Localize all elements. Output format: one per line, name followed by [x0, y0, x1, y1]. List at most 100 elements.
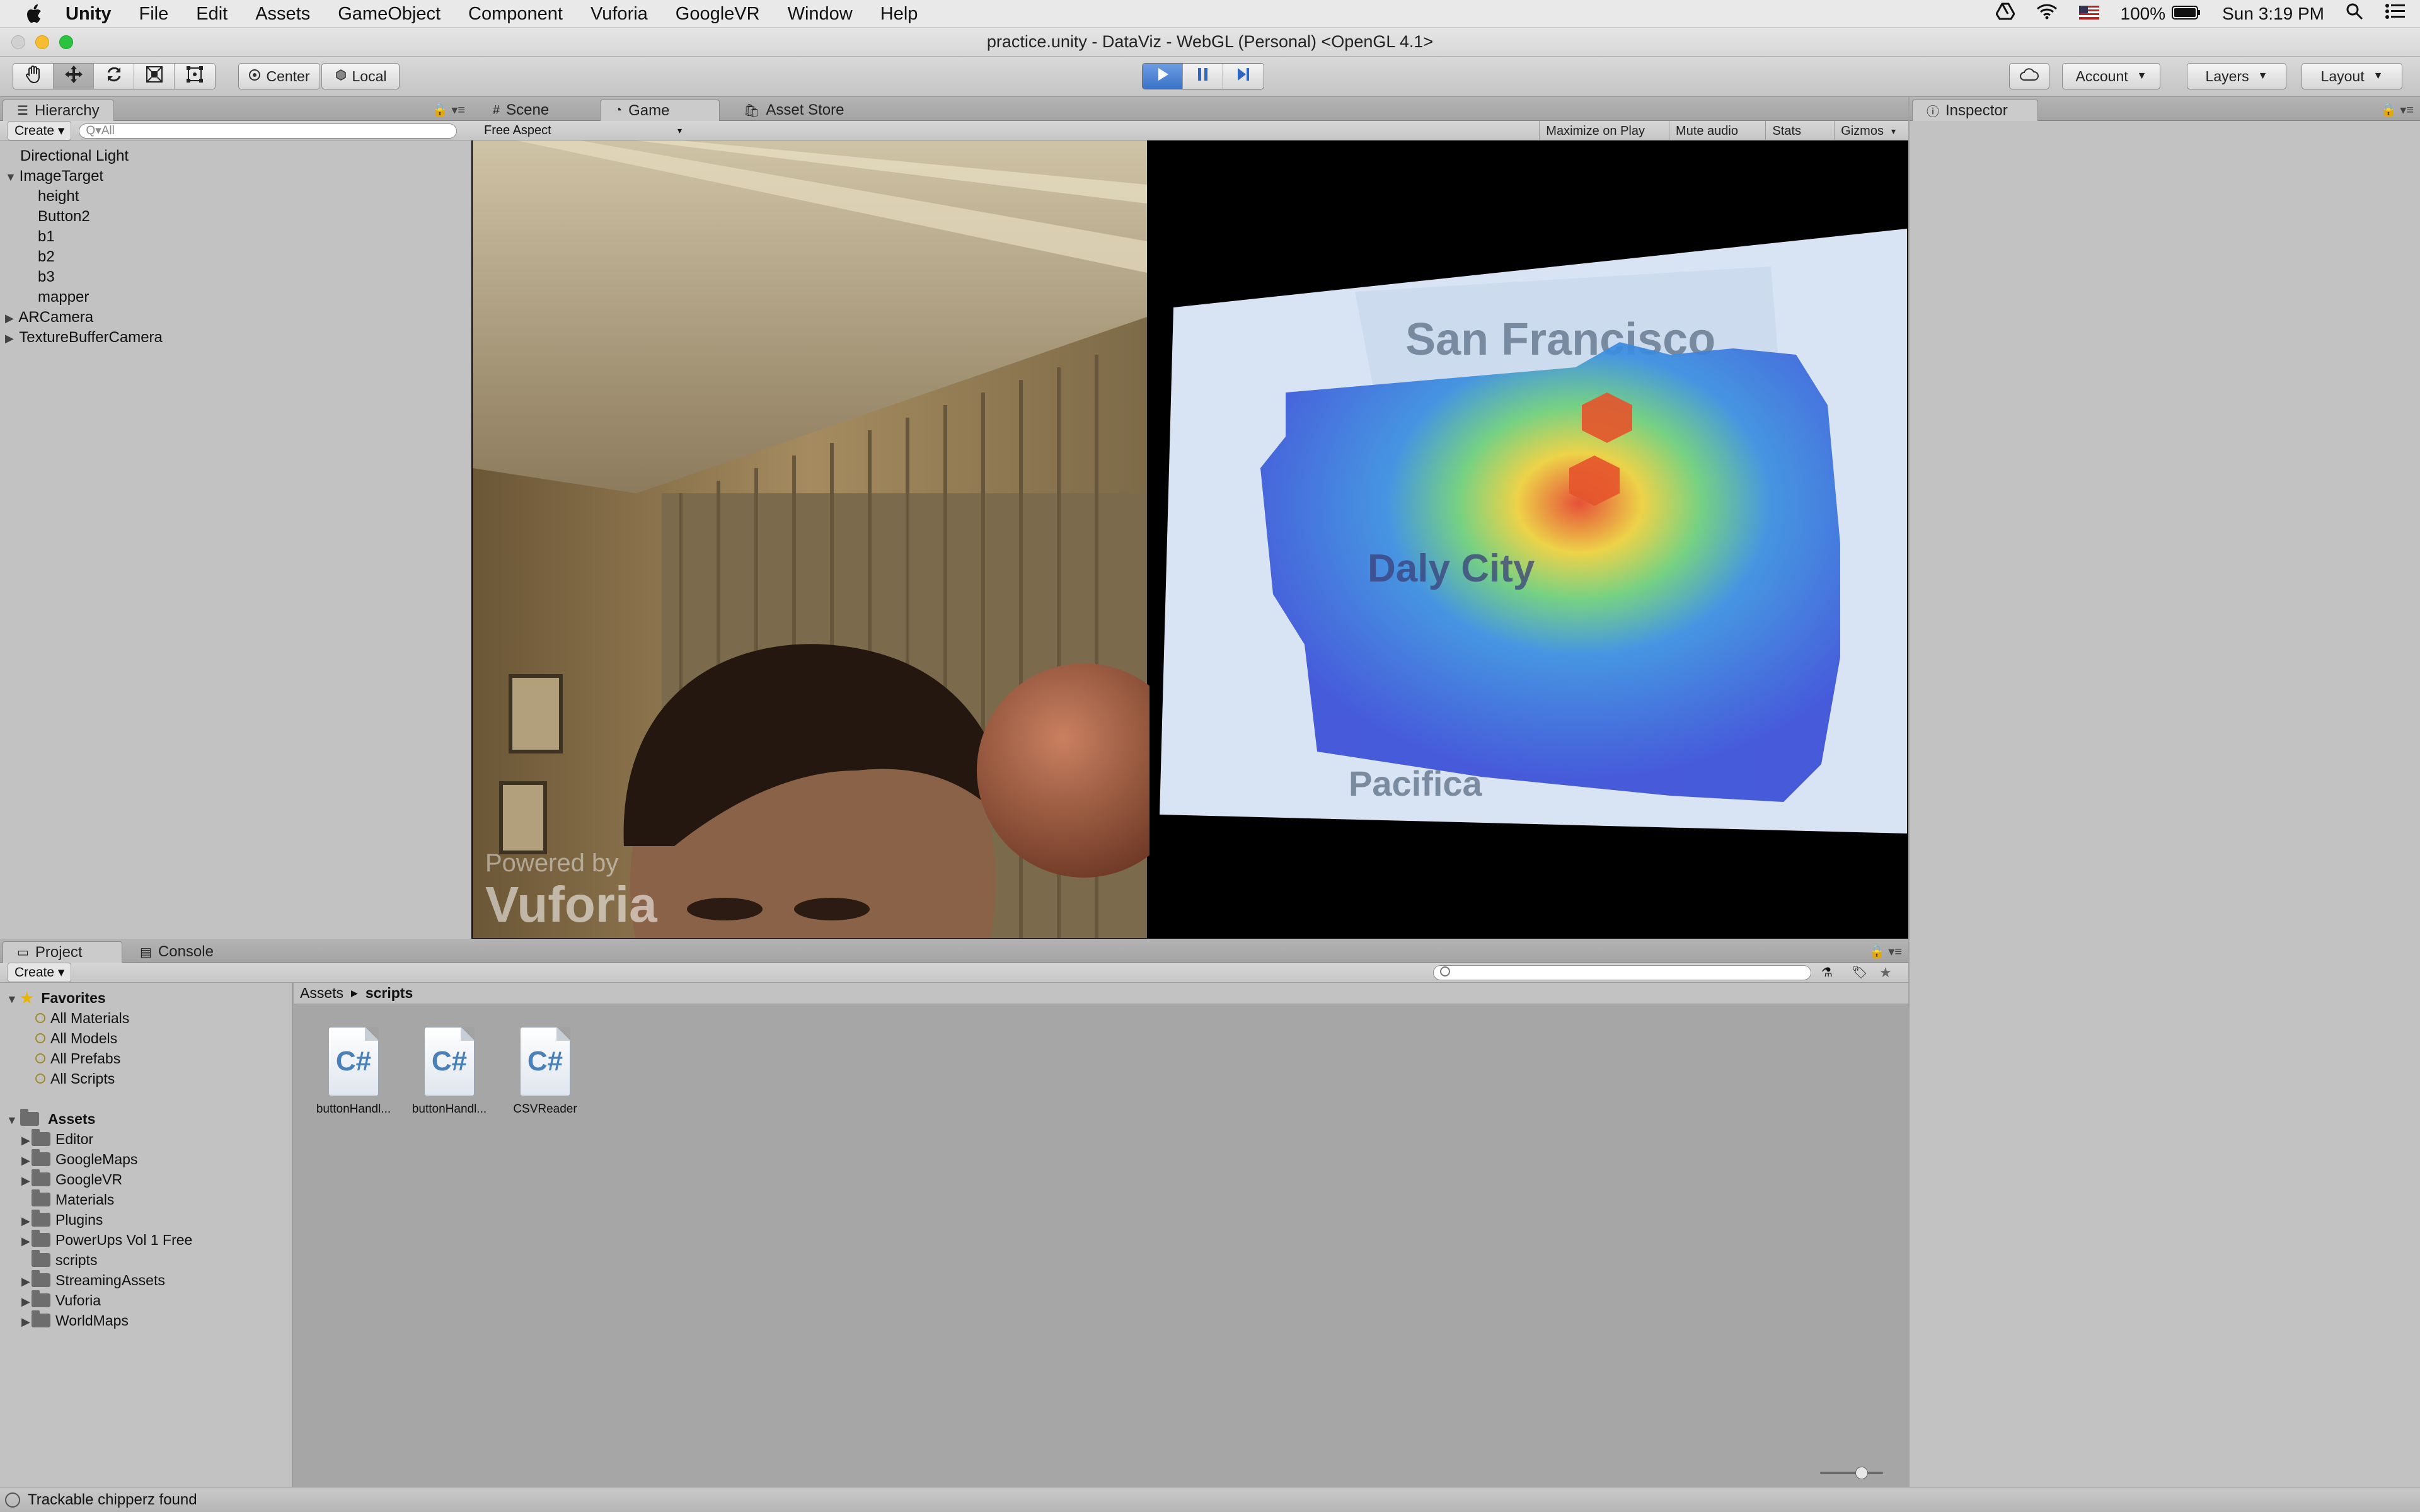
- slider-thumb[interactable]: [1855, 1467, 1868, 1479]
- tree-favorites[interactable]: ▼ ★ Favorites: [6, 988, 106, 1008]
- tree-folder-scripts[interactable]: scripts: [32, 1249, 97, 1270]
- spotlight-search-icon[interactable]: [2346, 3, 2363, 25]
- breadcrumb-assets[interactable]: Assets: [300, 985, 343, 1002]
- tree-favorite-all-scripts[interactable]: All Scripts: [35, 1068, 115, 1089]
- maximize-on-play-toggle[interactable]: Maximize on Play: [1539, 121, 1651, 141]
- rotate-tool-button[interactable]: [94, 64, 134, 89]
- tab-inspector[interactable]: ⓘ Inspector: [1912, 100, 2038, 121]
- step-button[interactable]: [1223, 64, 1264, 89]
- hand-tool-button[interactable]: [13, 64, 54, 89]
- panel-menu-icon[interactable]: 🔒 ▾≡: [2381, 102, 2414, 118]
- panel-menu-icon[interactable]: 🔒 ▾≡: [1869, 944, 1902, 959]
- space-local-toggle[interactable]: Local: [321, 63, 400, 89]
- hierarchy-item-arcamera[interactable]: ▶ ARCamera: [5, 307, 93, 328]
- tree-folder-materials[interactable]: Materials: [32, 1189, 114, 1210]
- fold-closed-icon[interactable]: ▶: [21, 1231, 32, 1251]
- tree-folder-powerups[interactable]: ▶ PowerUps Vol 1 Free: [21, 1229, 192, 1251]
- tree-folder-googlevr[interactable]: ▶ GoogleVR: [21, 1169, 122, 1189]
- layout-dropdown[interactable]: Layout ▼: [2302, 63, 2402, 89]
- hierarchy-item-mapper[interactable]: mapper: [38, 287, 89, 307]
- collab-cloud-button[interactable]: [2009, 63, 2049, 89]
- hierarchy-create-button[interactable]: Create ▾: [8, 121, 72, 140]
- menu-component[interactable]: Component: [454, 0, 577, 28]
- app-menu-unity[interactable]: Unity: [52, 0, 125, 28]
- hierarchy-item-height[interactable]: height: [38, 186, 79, 207]
- layers-dropdown[interactable]: Layers ▼: [2187, 63, 2286, 89]
- project-create-button[interactable]: Create ▾: [8, 963, 72, 982]
- favorite-star-icon[interactable]: ★: [1879, 965, 1892, 981]
- asset-file-csvreader[interactable]: C# CSVReader: [498, 1027, 592, 1116]
- tab-project[interactable]: ▭ Project: [3, 941, 122, 963]
- asset-file-buttonhandler-2[interactable]: C# buttonHandl...: [402, 1027, 497, 1116]
- tree-favorite-all-materials[interactable]: All Materials: [35, 1008, 129, 1028]
- breadcrumb-scripts[interactable]: scripts: [366, 985, 413, 1002]
- fold-closed-icon[interactable]: ▶: [5, 308, 15, 328]
- game-view-render[interactable]: Powered by Vuforia San Francisco Daly Ci…: [473, 140, 1907, 938]
- zoom-window-button[interactable]: [59, 35, 73, 49]
- menu-window[interactable]: Window: [774, 0, 867, 28]
- battery-icon[interactable]: [2172, 4, 2201, 24]
- fold-closed-icon[interactable]: ▶: [21, 1312, 32, 1332]
- icon-size-slider[interactable]: [1820, 1467, 1883, 1479]
- fold-closed-icon[interactable]: ▶: [21, 1211, 32, 1231]
- asset-file-buttonhandler-1[interactable]: C# buttonHandl...: [306, 1027, 401, 1116]
- flag-us-icon[interactable]: [2078, 4, 2099, 24]
- play-button[interactable]: [1143, 64, 1183, 89]
- fold-closed-icon[interactable]: ▶: [21, 1271, 32, 1292]
- menu-vuforia[interactable]: Vuforia: [577, 0, 662, 28]
- filter-by-label-icon[interactable]: 🏷: [1852, 965, 1867, 980]
- close-window-button[interactable]: [11, 35, 25, 49]
- hierarchy-item-button2[interactable]: Button2: [38, 207, 90, 227]
- hierarchy-item-directional-light[interactable]: Directional Light: [20, 146, 129, 166]
- tab-scene[interactable]: # Scene: [479, 100, 563, 121]
- hierarchy-item-texturebuffercamera[interactable]: ▶ TextureBufferCamera: [5, 328, 163, 348]
- tree-folder-streamingassets[interactable]: ▶ StreamingAssets: [21, 1269, 165, 1292]
- hierarchy-item-imagetarget[interactable]: ▼ ImageTarget: [5, 166, 103, 186]
- tree-assets[interactable]: ▼ Assets: [6, 1108, 95, 1129]
- menu-file[interactable]: File: [125, 0, 183, 28]
- minimize-window-button[interactable]: [35, 35, 49, 49]
- scale-tool-button[interactable]: [134, 64, 175, 89]
- apple-icon[interactable]: [16, 0, 52, 28]
- fold-closed-icon[interactable]: ▶: [5, 328, 15, 348]
- aspect-dropdown[interactable]: Free Aspect ▾: [484, 123, 686, 138]
- pause-button[interactable]: [1183, 64, 1223, 89]
- tab-asset-store[interactable]: 🛍 Asset Store: [730, 100, 858, 121]
- hierarchy-item-b3[interactable]: b3: [38, 267, 55, 287]
- hierarchy-item-b2[interactable]: b2: [38, 247, 55, 267]
- gizmos-dropdown[interactable]: Gizmos ▾: [1834, 121, 1902, 141]
- tree-folder-vuforia[interactable]: ▶ Vuforia: [21, 1290, 101, 1310]
- tree-favorite-all-prefabs[interactable]: All Prefabs: [35, 1048, 120, 1068]
- fold-open-icon[interactable]: ▼: [5, 167, 16, 187]
- rect-tool-button[interactable]: [175, 64, 215, 89]
- clock[interactable]: Sun 3:19 PM: [2222, 4, 2324, 24]
- panel-menu-icon[interactable]: 🔒 ▾≡: [432, 102, 465, 118]
- menu-googlevr[interactable]: GoogleVR: [662, 0, 774, 28]
- tree-folder-worldmaps[interactable]: ▶ WorldMaps: [21, 1310, 129, 1331]
- menu-edit[interactable]: Edit: [182, 0, 241, 28]
- drive-icon[interactable]: [1995, 3, 2015, 25]
- tree-favorite-all-models[interactable]: All Models: [35, 1028, 117, 1048]
- battery-percent[interactable]: 100%: [2121, 4, 2166, 24]
- wifi-icon[interactable]: [2036, 3, 2058, 24]
- fold-closed-icon[interactable]: ▶: [21, 1130, 32, 1150]
- mute-audio-toggle[interactable]: Mute audio: [1669, 121, 1744, 141]
- project-search-input[interactable]: [1433, 965, 1811, 980]
- menu-gameobject[interactable]: GameObject: [324, 0, 454, 28]
- menu-help[interactable]: Help: [867, 0, 932, 28]
- fold-closed-icon[interactable]: ▶: [21, 1150, 32, 1171]
- fold-closed-icon[interactable]: ▶: [21, 1292, 32, 1312]
- menu-assets[interactable]: Assets: [241, 0, 324, 28]
- status-bar[interactable]: Trackable chipperz found: [0, 1487, 2420, 1512]
- filter-by-type-icon[interactable]: ⚗: [1821, 965, 1833, 980]
- notification-center-icon[interactable]: [2385, 3, 2405, 24]
- tree-folder-plugins[interactable]: ▶ Plugins: [21, 1209, 103, 1231]
- tab-console[interactable]: ▤ Console: [126, 941, 228, 963]
- account-dropdown[interactable]: Account ▼: [2062, 63, 2160, 89]
- move-tool-button[interactable]: [54, 64, 94, 89]
- pivot-center-toggle[interactable]: Center: [238, 63, 320, 89]
- tree-folder-googlemaps[interactable]: ▶ GoogleMaps: [21, 1148, 137, 1171]
- tab-game[interactable]: ◔ Game: [600, 100, 720, 121]
- stats-toggle[interactable]: Stats: [1765, 121, 1807, 141]
- tab-hierarchy[interactable]: ☰ Hierarchy: [3, 100, 114, 121]
